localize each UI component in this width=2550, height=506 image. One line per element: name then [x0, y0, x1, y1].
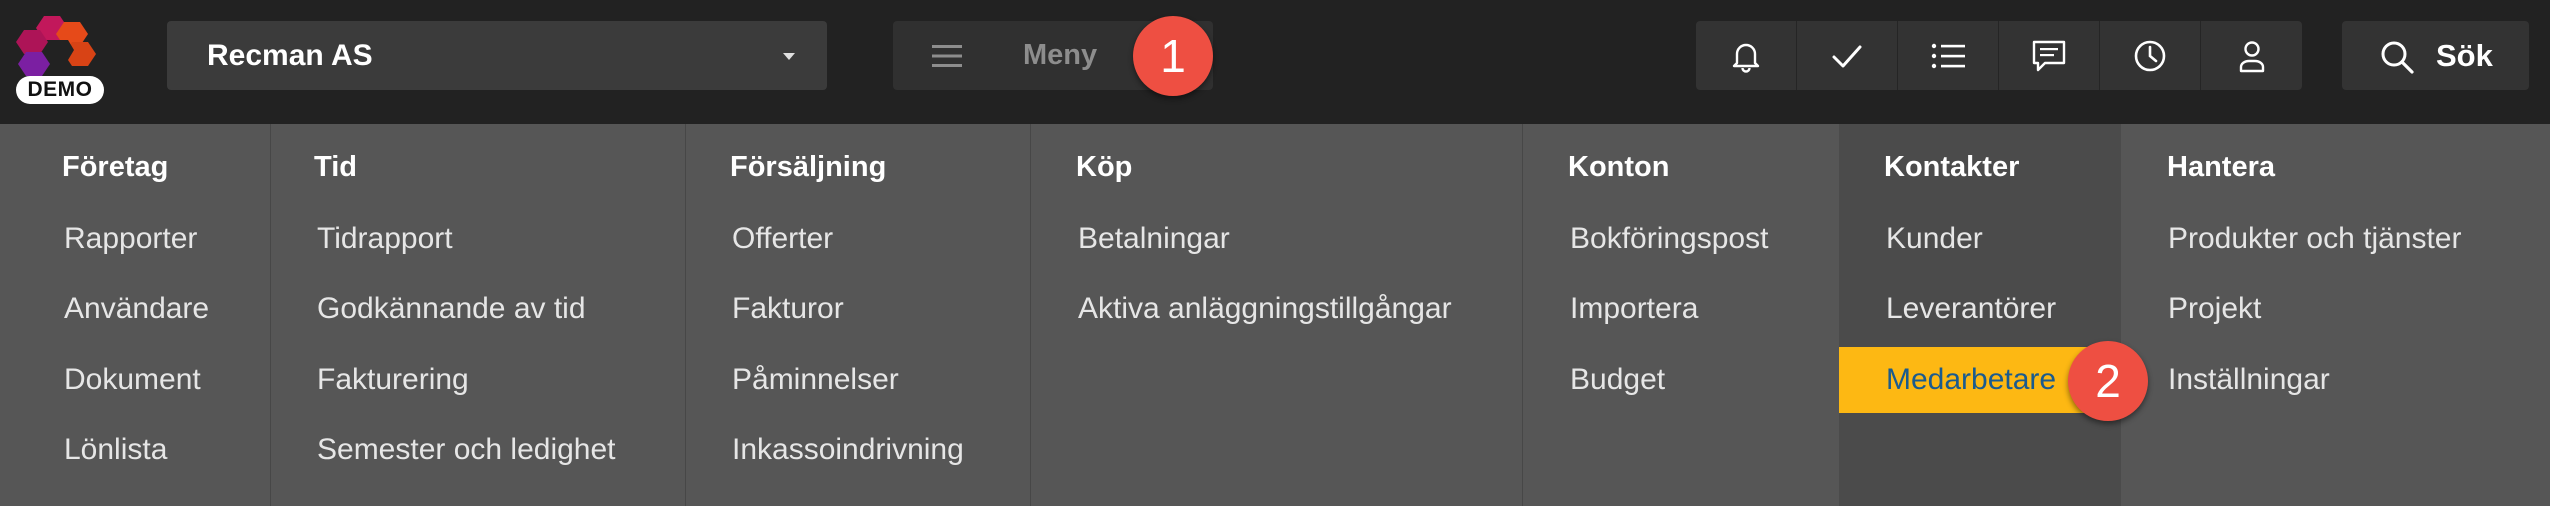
menu-item-semester-och-ledighet[interactable]: Semester och ledighet [317, 433, 616, 467]
column-title: Hantera [2167, 151, 2275, 183]
profile-button[interactable] [2201, 21, 2302, 90]
menu-column-forsaljning: Försäljning Offerter Fakturor Påminnelse… [686, 124, 1031, 506]
step-badge-2: 2 [2068, 341, 2148, 421]
column-title: Kontakter [1884, 151, 2020, 183]
menu-item-budget[interactable]: Budget [1570, 363, 1665, 397]
hamburger-icon [932, 45, 962, 67]
chevron-down-icon [783, 53, 795, 60]
menu-item-inkassoindrivning[interactable]: Inkassoindrivning [732, 433, 964, 467]
toolbar-icons [1696, 21, 2302, 90]
company-selector[interactable]: Recman AS [167, 21, 827, 90]
search-label: Sök [2436, 38, 2493, 73]
demo-badge: DEMO [16, 76, 104, 104]
notifications-button[interactable] [1696, 21, 1797, 90]
menu-column-tid: Tid Tidrapport Godkännande av tid Faktur… [271, 124, 686, 506]
column-title: Företag [62, 151, 169, 183]
user-icon [2239, 40, 2264, 72]
company-name: Recman AS [207, 39, 373, 72]
menu-item-dokument[interactable]: Dokument [64, 363, 201, 397]
menu-column-kop: Köp Betalningar Aktiva anläggningstillgå… [1031, 124, 1523, 506]
menu-item-projekt[interactable]: Projekt [2168, 292, 2261, 326]
menu-item-lonlista[interactable]: Lönlista [64, 433, 167, 467]
menu-item-kunder[interactable]: Kunder [1886, 222, 1983, 256]
app-logo[interactable]: DEMO [16, 14, 106, 106]
clock-icon [2134, 40, 2166, 71]
menu-column-konton: Konton Bokföringspost Importera Budget [1523, 124, 1839, 506]
column-title: Konton [1568, 151, 1670, 183]
list-button[interactable] [1898, 21, 1999, 90]
menu-item-fakturor[interactable]: Fakturor [732, 292, 844, 326]
search-icon [2381, 41, 2414, 74]
step-badge-1: 1 [1133, 16, 1213, 96]
menu-item-bokforingspost[interactable]: Bokföringspost [1570, 222, 1768, 256]
menu-column-hantera: Hantera Produkter och tjänster Projekt I… [2121, 124, 2550, 506]
menu-item-betalningar[interactable]: Betalningar [1078, 222, 1230, 256]
menu-item-medarbetare[interactable]: Medarbetare [1839, 347, 2101, 413]
menu-item-produkter-och-tjanster[interactable]: Produkter och tjänster [2168, 222, 2461, 256]
chat-icon [2032, 40, 2066, 71]
column-title: Försäljning [730, 151, 887, 183]
menu-item-tidrapport[interactable]: Tidrapport [317, 222, 453, 256]
mega-menu: Företag Rapporter Användare Dokument Lön… [0, 124, 2550, 506]
top-bar: DEMO Recman AS Meny 1 Sök [0, 0, 2550, 124]
column-title: Köp [1076, 151, 1133, 183]
column-title: Tid [314, 151, 357, 183]
menu-column-foretag: Företag Rapporter Användare Dokument Lön… [0, 124, 271, 506]
menu-item-fakturering[interactable]: Fakturering [317, 363, 469, 397]
list-icon [1931, 43, 1965, 68]
menu-item-godkannande-av-tid[interactable]: Godkännande av tid [317, 292, 586, 326]
check-icon [1832, 45, 1862, 67]
menu-label: Meny [1023, 39, 1098, 71]
menu-item-anvandare[interactable]: Användare [64, 292, 209, 326]
menu-item-leverantorer[interactable]: Leverantörer [1886, 292, 2056, 326]
search-button[interactable]: Sök [2342, 21, 2529, 90]
menu-item-aktiva-anlaggningstillgangar[interactable]: Aktiva anläggningstillgångar [1078, 292, 1452, 326]
history-button[interactable] [2100, 21, 2201, 90]
menu-item-importera[interactable]: Importera [1570, 292, 1698, 326]
menu-column-kontakter: Kontakter Kunder Leverantörer Medarbetar… [1839, 124, 2121, 506]
bell-icon [1732, 43, 1760, 73]
tasks-button[interactable] [1797, 21, 1898, 90]
logo-mark-icon [16, 16, 96, 76]
menu-item-paminnelser[interactable]: Påminnelser [732, 363, 899, 397]
menu-item-offerter[interactable]: Offerter [732, 222, 833, 256]
messages-button[interactable] [1999, 21, 2100, 90]
menu-item-installningar[interactable]: Inställningar [2168, 363, 2330, 397]
menu-item-rapporter[interactable]: Rapporter [64, 222, 197, 256]
